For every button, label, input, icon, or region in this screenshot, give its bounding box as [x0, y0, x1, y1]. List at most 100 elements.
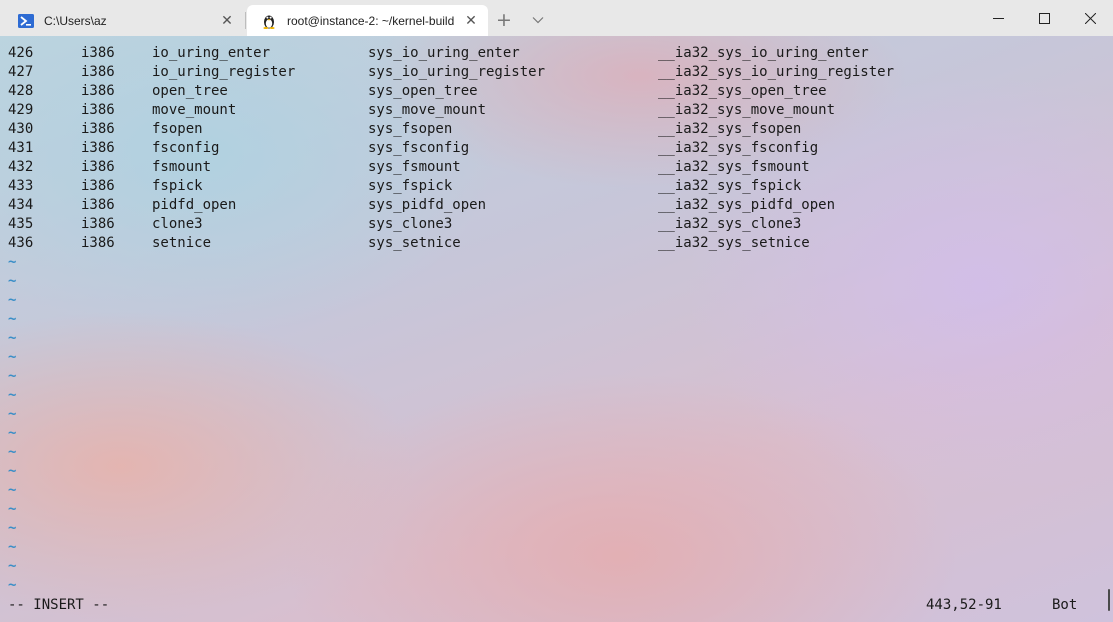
table-row: 432 i386 fsmount sys_fsmount __ia32_sys_… [0, 158, 1100, 177]
syscall-compat-entry: __ia32_sys_clone3 [658, 216, 802, 232]
syscall-number: 433 [8, 178, 34, 194]
syscall-entry: sys_clone3 [368, 216, 453, 232]
syscall-compat-entry: __ia32_sys_setnice [658, 235, 810, 251]
chevron-down-icon [532, 17, 544, 24]
table-row: 435 i386 clone3 sys_clone3 __ia32_sys_cl… [0, 215, 1100, 234]
empty-line-marker: ~ [8, 463, 17, 479]
new-tab-button[interactable]: + [490, 8, 518, 32]
table-row: 436 i386 setnice sys_setnice __ia32_sys_… [0, 234, 1100, 253]
empty-line-marker: ~ [8, 273, 17, 289]
minimize-button[interactable] [975, 0, 1021, 36]
syscall-number: 435 [8, 216, 34, 232]
syscall-compat-entry: __ia32_sys_fspick [658, 178, 802, 194]
empty-line-marker: ~ [8, 330, 17, 346]
empty-line-marker: ~ [8, 387, 17, 403]
syscall-entry: sys_io_uring_enter [368, 45, 520, 61]
syscall-name: clone3 [152, 216, 203, 232]
syscall-entry: sys_setnice [368, 235, 461, 251]
syscall-entry: sys_io_uring_register [368, 64, 546, 80]
empty-line-marker: ~ [8, 482, 17, 498]
empty-line-marker: ~ [8, 539, 17, 555]
empty-line-marker: ~ [8, 311, 17, 327]
syscall-name: setnice [152, 235, 212, 251]
empty-line-marker: ~ [8, 558, 17, 574]
syscall-number: 429 [8, 102, 34, 118]
syscall-compat-entry: __ia32_sys_move_mount [658, 102, 836, 118]
syscall-number: 436 [8, 235, 34, 251]
close-tab-icon[interactable]: ✕ [460, 10, 482, 32]
syscall-abi: i386 [81, 83, 115, 99]
empty-line-marker: ~ [8, 349, 17, 365]
syscall-number: 428 [8, 83, 34, 99]
syscall-entry: sys_pidfd_open [368, 197, 487, 213]
syscall-abi: i386 [81, 102, 115, 118]
syscall-compat-entry: __ia32_sys_fsopen [658, 121, 802, 137]
syscall-name: open_tree [152, 83, 228, 99]
table-row: 426 i386 io_uring_enter sys_io_uring_ent… [0, 44, 1100, 63]
empty-line-marker: ~ [8, 577, 17, 593]
syscall-abi: i386 [81, 64, 115, 80]
syscall-abi: i386 [81, 216, 115, 232]
empty-line-marker: ~ [8, 425, 17, 441]
title-bar: C:\Users\az ✕ root@instance-2: ~/kernel-… [0, 0, 1113, 36]
scroll-position: Bot [1052, 597, 1078, 613]
syscall-name: fsconfig [152, 140, 220, 156]
syscall-entry: sys_fspick [368, 178, 453, 194]
syscall-abi: i386 [81, 121, 115, 137]
maximize-icon [1038, 12, 1050, 24]
minimize-icon [992, 17, 1004, 19]
syscall-abi: i386 [81, 45, 115, 61]
table-row: 431 i386 fsconfig sys_fsconfig __ia32_sy… [0, 139, 1100, 158]
syscall-compat-entry: __ia32_sys_pidfd_open [658, 197, 836, 213]
cursor-position: 443,52-91 [926, 597, 1002, 613]
powershell-icon [18, 13, 34, 29]
syscall-name: move_mount [152, 102, 237, 118]
syscall-number: 434 [8, 197, 34, 213]
syscall-abi: i386 [81, 140, 115, 156]
empty-line-marker: ~ [8, 368, 17, 384]
syscall-name: io_uring_enter [152, 45, 271, 61]
syscall-table: 426 i386 io_uring_enter sys_io_uring_ent… [0, 44, 1100, 253]
syscall-entry: sys_move_mount [368, 102, 487, 118]
syscall-entry: sys_open_tree [368, 83, 478, 99]
table-row: 430 i386 fsopen sys_fsopen __ia32_sys_fs… [0, 120, 1100, 139]
tab-powershell[interactable]: C:\Users\az ✕ [4, 5, 246, 36]
empty-buffer-lines: ~ ~ ~ ~ ~ ~ ~ ~ ~ ~ ~ ~ ~ ~ ~ ~ ~ ~ [8, 253, 16, 595]
terminal-window: C:\Users\az ✕ root@instance-2: ~/kernel-… [0, 0, 1113, 622]
syscall-compat-entry: __ia32_sys_io_uring_enter [658, 45, 869, 61]
linux-tux-icon [261, 13, 277, 29]
syscall-compat-entry: __ia32_sys_fsmount [658, 159, 810, 175]
terminal-content[interactable]: 426 i386 io_uring_enter sys_io_uring_ent… [0, 36, 1113, 622]
syscall-entry: sys_fsconfig [368, 140, 470, 156]
syscall-number: 431 [8, 140, 34, 156]
maximize-button[interactable] [1021, 0, 1067, 36]
syscall-number: 427 [8, 64, 34, 80]
table-row: 429 i386 move_mount sys_move_mount __ia3… [0, 101, 1100, 120]
syscall-name: io_uring_register [152, 64, 296, 80]
syscall-number: 432 [8, 159, 34, 175]
close-icon [1084, 12, 1096, 24]
vim-status-line: -- INSERT -- 443,52-91 Bot [0, 595, 1113, 615]
tab-dropdown-button[interactable] [524, 8, 552, 32]
tab-label: root@instance-2: ~/kernel-build [287, 13, 455, 28]
table-row: 428 i386 open_tree sys_open_tree __ia32_… [0, 82, 1100, 101]
close-window-button[interactable] [1067, 0, 1113, 36]
tab-linux-shell[interactable]: root@instance-2: ~/kernel-build ✕ [247, 5, 488, 36]
close-tab-icon[interactable]: ✕ [216, 10, 238, 32]
syscall-compat-entry: __ia32_sys_open_tree [658, 83, 827, 99]
editor-mode: -- INSERT -- [8, 597, 110, 613]
syscall-abi: i386 [81, 159, 115, 175]
empty-line-marker: ~ [8, 501, 17, 517]
syscall-compat-entry: __ia32_sys_fsconfig [658, 140, 819, 156]
syscall-name: fsmount [152, 159, 212, 175]
table-row: 434 i386 pidfd_open sys_pidfd_open __ia3… [0, 196, 1100, 215]
empty-line-marker: ~ [8, 254, 17, 270]
empty-line-marker: ~ [8, 520, 17, 536]
scrollbar-thumb[interactable] [1108, 589, 1110, 611]
syscall-name: pidfd_open [152, 197, 237, 213]
syscall-abi: i386 [81, 178, 115, 194]
table-row: 433 i386 fspick sys_fspick __ia32_sys_fs… [0, 177, 1100, 196]
syscall-name: fspick [152, 178, 203, 194]
empty-line-marker: ~ [8, 444, 17, 460]
empty-line-marker: ~ [8, 292, 17, 308]
